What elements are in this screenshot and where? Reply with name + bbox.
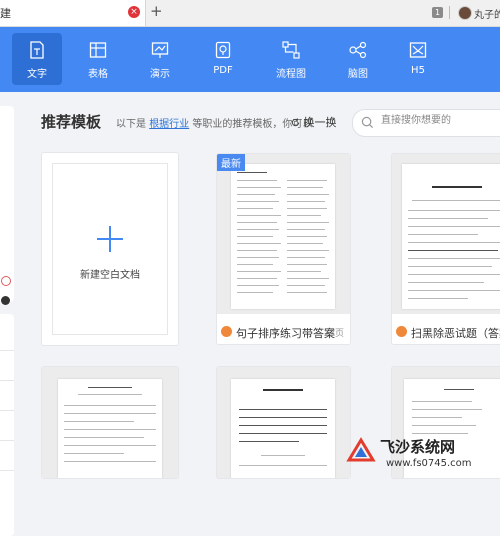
left-sidebar (0, 92, 14, 536)
section-title: 推荐模板 (41, 113, 102, 131)
hint-prefix: 以下是 (116, 119, 146, 130)
template-card[interactable]: 扫黑除恶试题（答案） (391, 153, 500, 345)
user-name[interactable]: 丸子的 (474, 6, 500, 21)
tool-pdf[interactable]: PDF (198, 33, 248, 85)
template-type-icon (221, 326, 232, 337)
template-search[interactable] (352, 109, 500, 137)
h5-icon (409, 42, 427, 58)
create-type-toolbar: 文字 表格 演示 PDF 流程图 脑图 H5 (0, 27, 500, 92)
template-footer: 句子排序练习带答案 3页 (217, 320, 350, 344)
divider (449, 6, 450, 19)
template-card[interactable] (41, 366, 179, 479)
tool-label: 脑图 (348, 69, 368, 80)
blank-page: 新建空白文档 (52, 163, 168, 335)
new-tab-button[interactable]: + (150, 2, 163, 20)
template-card[interactable] (216, 366, 351, 479)
divider (0, 470, 14, 471)
tool-label: 文字 (27, 69, 47, 80)
divider (0, 410, 14, 411)
template-thumbnail (42, 367, 178, 478)
template-thumbnail (392, 154, 500, 314)
tool-text[interactable]: 文字 (12, 33, 62, 85)
page-preview (231, 379, 335, 478)
watermark-url: www.fs0745.com (386, 458, 472, 469)
pdf-icon (215, 41, 231, 59)
new-blank-doc-card[interactable]: 新建空白文档 (41, 152, 179, 346)
tool-label: H5 (411, 65, 425, 76)
tab-count-badge[interactable]: 1 (432, 7, 443, 18)
refresh-button[interactable]: 换一换 (291, 114, 337, 130)
mindmap-icon (349, 41, 367, 59)
watermark: 飞沙系统网 www.fs0745.com (342, 430, 500, 477)
page-preview (231, 164, 335, 309)
close-tab-icon[interactable]: × (128, 6, 140, 18)
industry-link[interactable]: 根据行业 (149, 119, 189, 130)
search-icon (361, 116, 374, 129)
divider (0, 380, 14, 381)
template-name[interactable]: 扫黑除恶试题（答案） (411, 325, 500, 341)
new-badge: 最新 (217, 154, 245, 171)
table-icon (89, 42, 107, 58)
tool-label: 流程图 (276, 69, 306, 80)
refresh-icon (291, 118, 300, 127)
tool-flowchart[interactable]: 流程图 (266, 33, 316, 85)
color-option[interactable] (1, 296, 10, 305)
recommend-hint: 以下是 根据行业 等职业的推荐模板，你可以 (116, 115, 312, 130)
divider (0, 440, 14, 441)
presentation-icon (151, 42, 169, 58)
tool-presentation[interactable]: 演示 (135, 33, 185, 85)
template-name[interactable]: 句子排序练习带答案 (236, 325, 335, 341)
template-type-icon (396, 326, 407, 337)
page-count: 3页 (329, 329, 344, 339)
tool-table[interactable]: 表格 (73, 33, 123, 85)
watermark-name: 飞沙系统网 (380, 438, 456, 456)
divider (0, 350, 14, 351)
template-footer: 扫黑除恶试题（答案） (392, 320, 500, 344)
plus-icon (97, 226, 123, 252)
tab-title: 建 (0, 7, 11, 20)
flowchart-icon (282, 41, 300, 59)
refresh-label: 换一换 (303, 116, 337, 129)
template-thumbnail (217, 367, 350, 478)
tool-label: 表格 (88, 69, 108, 80)
sidebar-panel (0, 106, 14, 305)
browser-tab-bar: 建 × + 1 丸子的 (0, 0, 500, 27)
document-icon (30, 41, 44, 59)
site-logo-icon (346, 437, 376, 462)
template-thumbnail: 最新 (217, 154, 350, 314)
new-doc-label: 新建空白文档 (80, 270, 140, 281)
avatar[interactable] (458, 6, 472, 20)
sidebar-panel (0, 314, 14, 536)
tool-label: PDF (213, 65, 233, 76)
template-card[interactable]: 最新 句子排序练习带答案 3页 (216, 153, 351, 345)
color-option[interactable] (1, 276, 11, 286)
tool-h5[interactable]: H5 (393, 33, 443, 85)
tool-mindmap[interactable]: 脑图 (333, 33, 383, 85)
search-input[interactable] (379, 114, 500, 127)
page-preview (58, 379, 162, 478)
tool-label: 演示 (150, 69, 170, 80)
page-preview (402, 164, 500, 309)
active-tab[interactable]: 建 × (0, 0, 146, 26)
